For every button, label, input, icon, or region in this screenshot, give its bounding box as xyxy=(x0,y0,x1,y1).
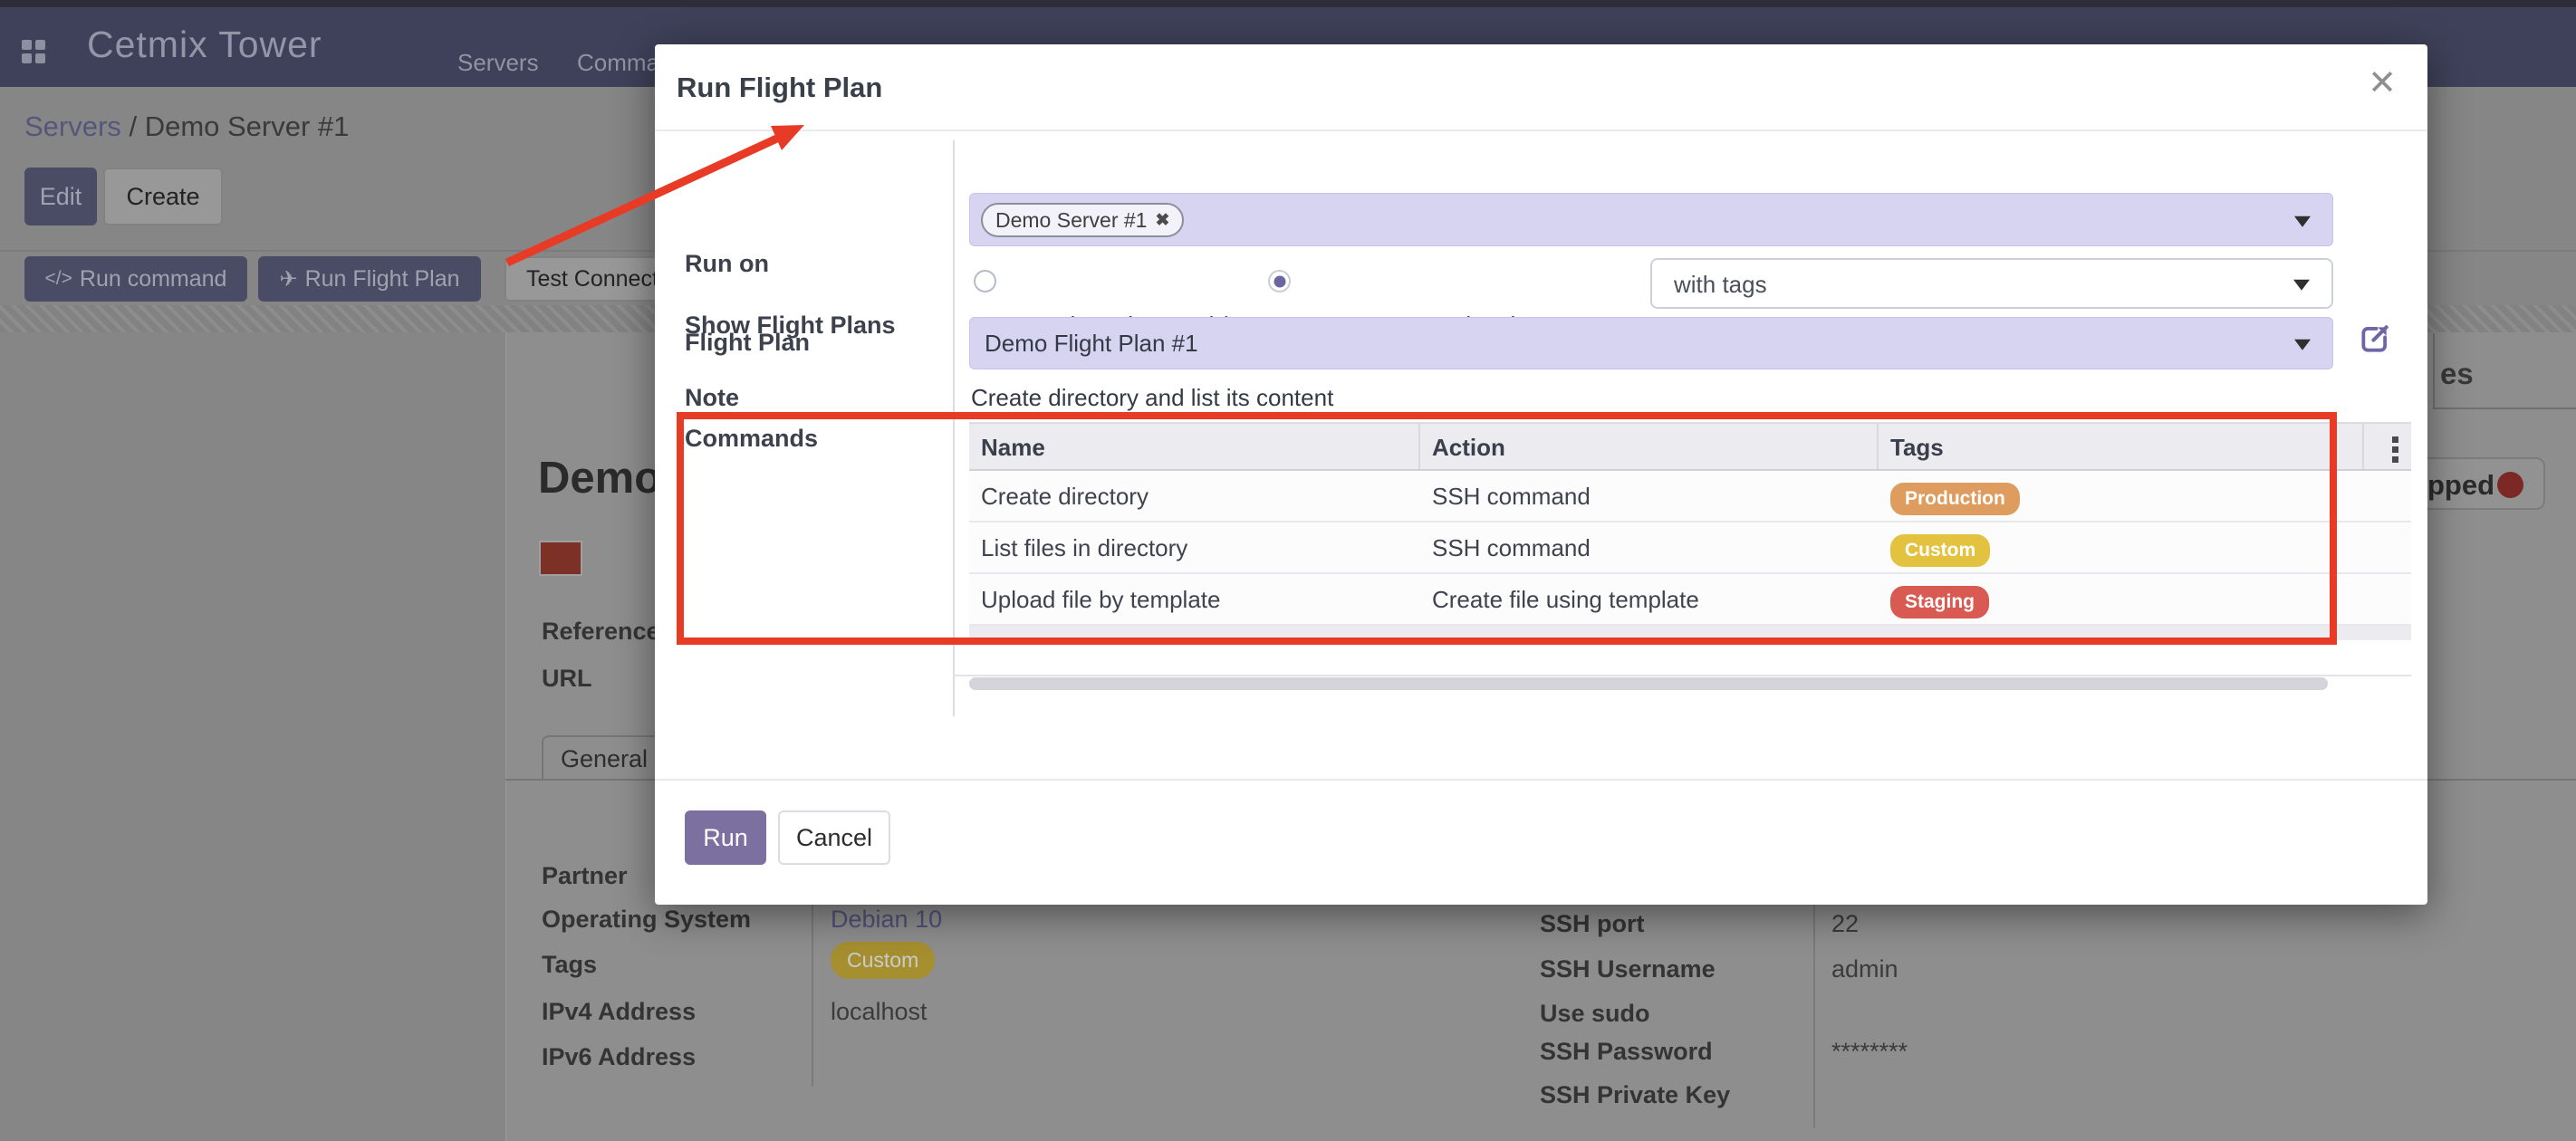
left-column-separator xyxy=(812,898,813,1087)
label-operating-system: Operating System xyxy=(542,906,751,934)
tab-general[interactable]: General xyxy=(542,735,667,781)
with-tags-select[interactable]: with tags xyxy=(1650,258,2333,309)
cancel-button[interactable]: Cancel xyxy=(778,810,890,865)
optional-columns-cell xyxy=(2364,424,2409,469)
breadcrumb: Servers / Demo Server #1 xyxy=(24,110,349,143)
run-on-tag-label: Demo Server #1 xyxy=(995,208,1147,233)
status-label-partial: pped xyxy=(2427,469,2494,502)
label-ipv4: IPv4 Address xyxy=(542,998,696,1026)
plane-icon: ✈ xyxy=(279,266,297,292)
label-ssh-password: SSH Password xyxy=(1540,1038,1713,1066)
modal-footer-separator xyxy=(655,779,2427,781)
external-link-icon[interactable] xyxy=(2358,321,2392,356)
label-tags: Tags xyxy=(542,951,597,979)
run-on-field[interactable]: Demo Server #1 ✖ xyxy=(969,193,2333,246)
note-value: Create directory and list its content xyxy=(971,384,1333,412)
server-color-swatch[interactable] xyxy=(539,541,582,576)
run-command-label: Run command xyxy=(80,266,227,292)
right-column-separator xyxy=(1813,904,1815,1128)
label-use-sudo: Use sudo xyxy=(1540,1000,1650,1028)
run-button[interactable]: Run xyxy=(685,810,766,865)
value-ssh-username: admin xyxy=(1831,955,1898,983)
label-ssh-private-key: SSH Private Key xyxy=(1540,1081,1730,1109)
value-ssh-port: 22 xyxy=(1831,910,1859,938)
annotation-rectangle xyxy=(677,412,2337,645)
run-flight-plan-label: Run Flight Plan xyxy=(305,266,460,292)
label-run-on: Run on xyxy=(685,250,769,278)
run-command-button[interactable]: </> Run command xyxy=(24,256,247,302)
value-ipv4: localhost xyxy=(831,998,928,1026)
label-ipv6: IPv6 Address xyxy=(542,1043,696,1071)
with-tags-placeholder: with tags xyxy=(1674,271,1767,299)
close-icon[interactable]: ✕ xyxy=(2368,66,2397,101)
window-top-strip xyxy=(0,0,2576,7)
horizontal-divider xyxy=(953,675,2411,676)
label-url: URL xyxy=(542,665,592,693)
edit-button[interactable]: Edit xyxy=(24,168,97,225)
horizontal-scrollbar[interactable] xyxy=(969,677,2328,690)
value-ssh-password: ******** xyxy=(1831,1038,1908,1066)
radio-selected-dot xyxy=(1274,275,1285,287)
flight-plan-value: Demo Flight Plan #1 xyxy=(985,330,1198,358)
tag-remove-icon[interactable]: ✖ xyxy=(1155,210,1169,231)
apps-grid-icon[interactable] xyxy=(22,40,45,63)
modal-header-separator xyxy=(655,129,2427,131)
radio-for-selected-servers[interactable] xyxy=(974,270,996,292)
modal-title: Run Flight Plan xyxy=(677,72,882,104)
nav-item-servers[interactable]: Servers xyxy=(457,49,539,77)
chevron-down-icon xyxy=(2293,280,2310,291)
radio-non-server-restricted[interactable] xyxy=(1268,270,1291,292)
label-note: Note xyxy=(685,384,739,412)
value-operating-system[interactable]: Debian 10 xyxy=(831,906,942,934)
breadcrumb-record: Demo Server #1 xyxy=(145,110,350,142)
code-icon: </> xyxy=(45,268,72,290)
breadcrumb-separator: / xyxy=(129,110,137,142)
status-dot-icon xyxy=(2497,472,2523,498)
label-ssh-username: SSH Username xyxy=(1540,955,1716,983)
chevron-down-icon xyxy=(2294,340,2311,350)
screen: Cetmix Tower Servers Commands Files Tool… xyxy=(0,0,2576,1141)
breadcrumb-servers-link[interactable]: Servers xyxy=(24,110,121,142)
run-on-tag: Demo Server #1 ✖ xyxy=(981,203,1184,237)
app-logo[interactable]: Cetmix Tower xyxy=(87,24,322,66)
right-header-box: es xyxy=(2433,333,2576,409)
tag-badge-custom: Custom xyxy=(831,942,935,979)
flight-plan-select[interactable]: Demo Flight Plan #1 xyxy=(969,317,2333,369)
chevron-down-icon[interactable] xyxy=(2294,216,2311,226)
label-flight-plan: Flight Plan xyxy=(685,329,810,357)
run-flight-plan-button[interactable]: ✈ Run Flight Plan xyxy=(258,256,481,302)
label-reference: Reference xyxy=(542,618,660,646)
label-partner: Partner xyxy=(542,862,628,890)
optional-columns-icon[interactable] xyxy=(2392,436,2398,463)
create-button[interactable]: Create xyxy=(103,168,223,225)
label-ssh-port: SSH port xyxy=(1540,910,1645,938)
truncated-right-heading: es xyxy=(2440,357,2474,391)
